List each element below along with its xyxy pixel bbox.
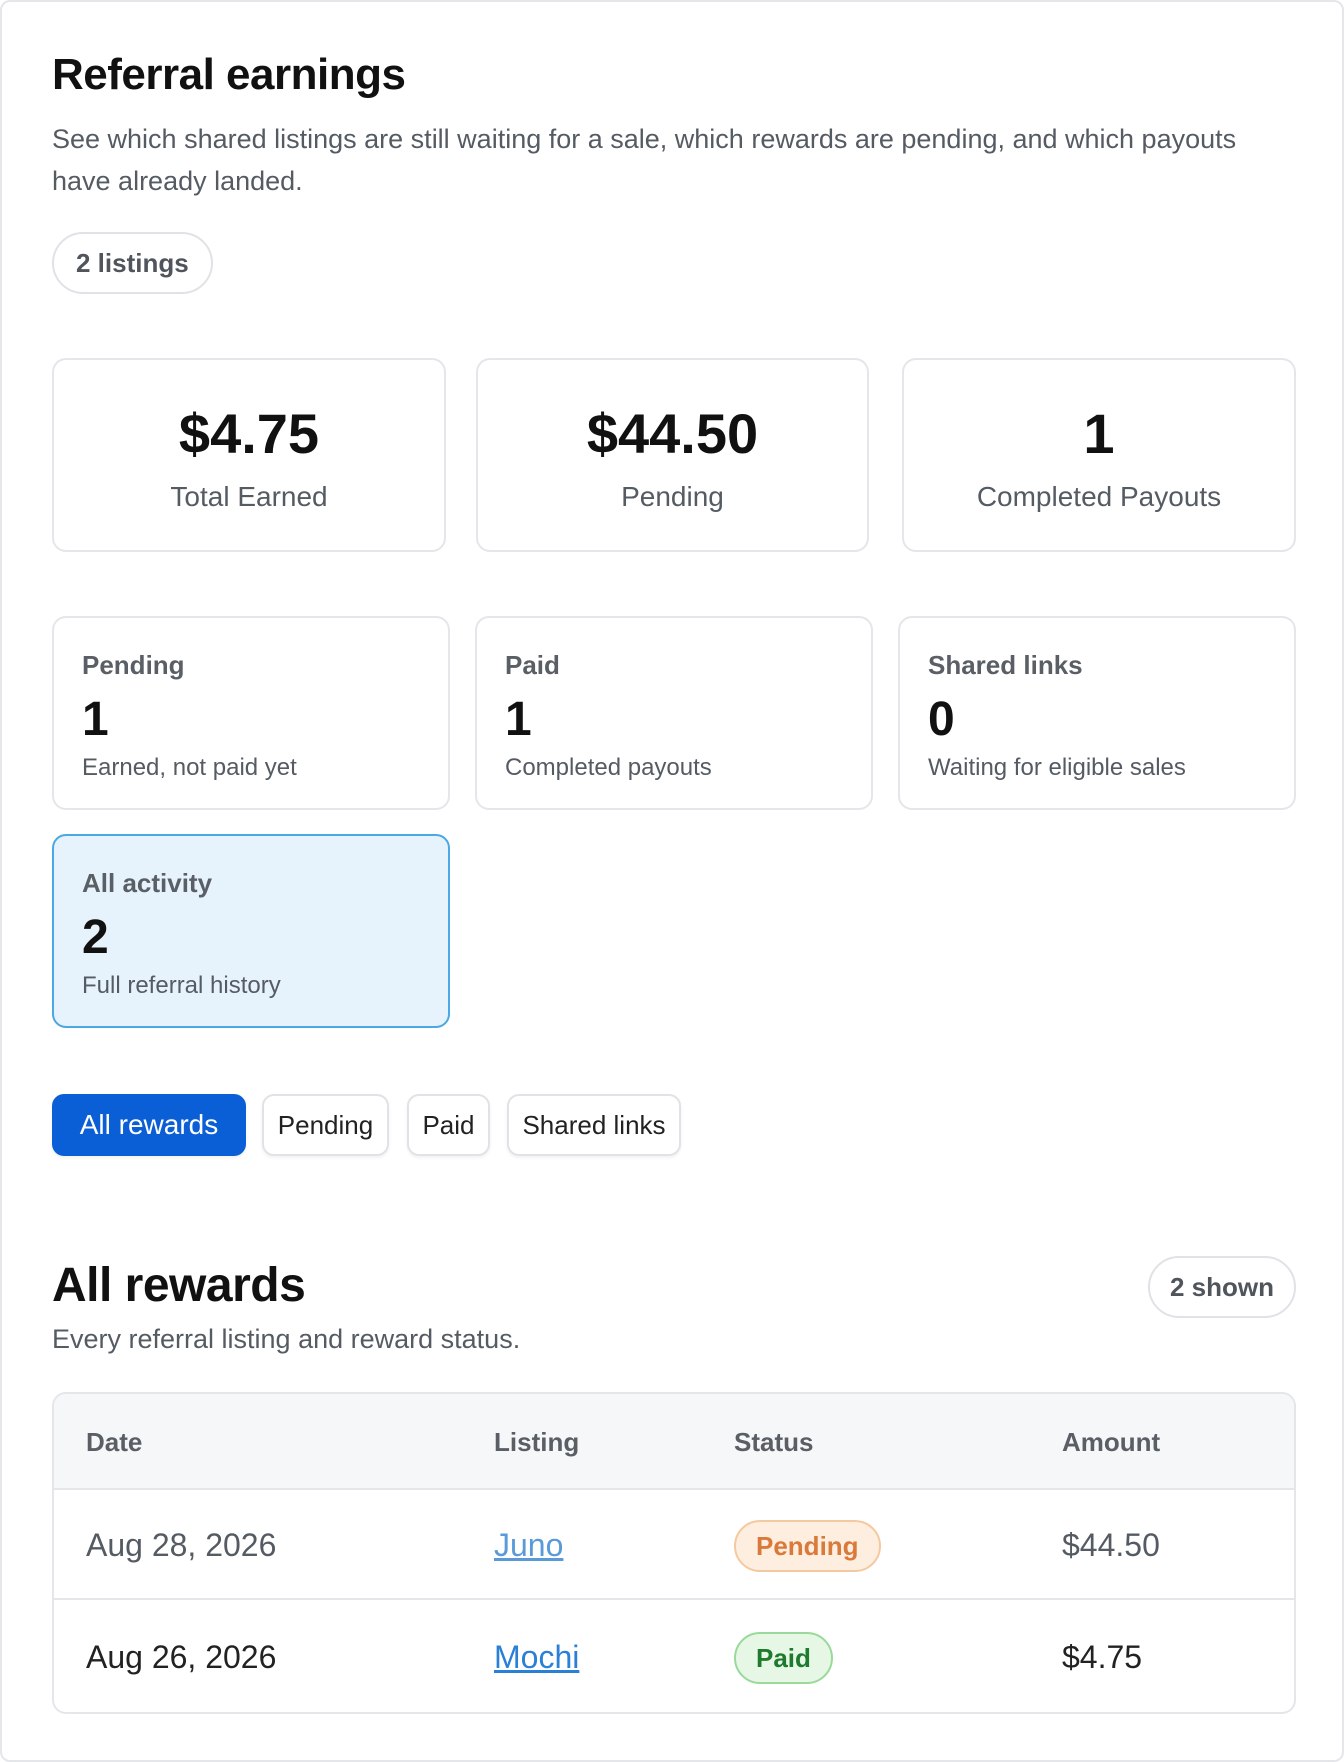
- row-amount: $44.50: [1062, 1527, 1160, 1563]
- rewards-table: Date Listing Status Amount Aug 28, 2026 …: [52, 1392, 1296, 1714]
- section-description: Every referral listing and reward status…: [52, 1324, 521, 1354]
- listing-link[interactable]: Mochi: [494, 1639, 579, 1675]
- card-title: All activity: [82, 868, 213, 898]
- card-pending[interactable]: Pending 1 Earned, not paid yet: [52, 616, 450, 810]
- stat-label: Pending: [621, 481, 724, 512]
- filter-paid[interactable]: Paid: [407, 1094, 490, 1156]
- column-header-status: Status: [734, 1427, 814, 1457]
- stat-value: $44.50: [586, 402, 759, 465]
- card-title: Paid: [505, 650, 560, 680]
- card-value: 0: [928, 693, 955, 746]
- column-header-date: Date: [86, 1427, 143, 1457]
- card-title: Shared links: [928, 650, 1083, 680]
- page-description: See which shared listings are still wait…: [52, 124, 1237, 196]
- row-listing: Juno: [494, 1490, 563, 1600]
- card-subtitle: Completed payouts: [505, 754, 712, 781]
- card-subtitle: Earned, not paid yet: [82, 754, 297, 781]
- table-row: Aug 28, 2026 Juno Pending $44.50: [54, 1490, 1294, 1600]
- row-date: Aug 26, 2026: [86, 1639, 277, 1675]
- row-amount: $4.75: [1062, 1639, 1143, 1675]
- filter-pending[interactable]: Pending: [262, 1094, 389, 1156]
- card-value: 1: [82, 693, 109, 746]
- column-header-listing: Listing: [494, 1427, 580, 1457]
- card-paid[interactable]: Paid 1 Completed payouts: [475, 616, 873, 810]
- section-title: All rewards: [52, 1259, 306, 1312]
- column-header-amount: Amount: [1062, 1427, 1161, 1457]
- table-header: Date Listing Status Amount: [54, 1394, 1294, 1490]
- status-badge: Pending: [734, 1520, 881, 1572]
- row-listing: Mochi: [494, 1602, 579, 1712]
- card-all-activity[interactable]: All activity 2 Full referral history: [52, 834, 450, 1028]
- stat-label: Completed Payouts: [976, 481, 1222, 512]
- card-subtitle: Full referral history: [82, 972, 281, 999]
- row-date: Aug 28, 2026: [86, 1527, 277, 1563]
- card-shared-links[interactable]: Shared links 0 Waiting for eligible sale…: [898, 616, 1296, 810]
- stat-value: 1: [1083, 402, 1115, 465]
- listings-count-badge: 2 listings: [52, 232, 213, 294]
- status-badge: Paid: [734, 1632, 833, 1684]
- stat-pending: $44.50 Pending: [476, 358, 869, 552]
- stat-completed-payouts: 1 Completed Payouts: [902, 358, 1296, 552]
- card-value: 1: [505, 693, 532, 746]
- page-title: Referral earnings: [52, 50, 406, 99]
- listing-link[interactable]: Juno: [494, 1527, 563, 1563]
- stat-value: $4.75: [178, 402, 320, 465]
- table-row: Aug 26, 2026 Mochi Paid $4.75: [54, 1602, 1294, 1712]
- card-subtitle: Waiting for eligible sales: [928, 754, 1186, 781]
- filter-shared-links[interactable]: Shared links: [507, 1094, 681, 1156]
- card-title: Pending: [82, 650, 185, 680]
- stat-total-earned: $4.75 Total Earned: [52, 358, 446, 552]
- card-value: 2: [82, 911, 109, 964]
- filter-all-rewards[interactable]: All rewards: [52, 1094, 246, 1156]
- referral-earnings-panel: Referral earnings See which shared listi…: [0, 0, 1344, 1762]
- summary-stats: $4.75 Total Earned $44.50 Pending 1 Comp…: [52, 358, 1296, 552]
- shown-count-badge: 2 shown: [1147, 1256, 1296, 1318]
- stat-label: Total Earned: [170, 481, 328, 512]
